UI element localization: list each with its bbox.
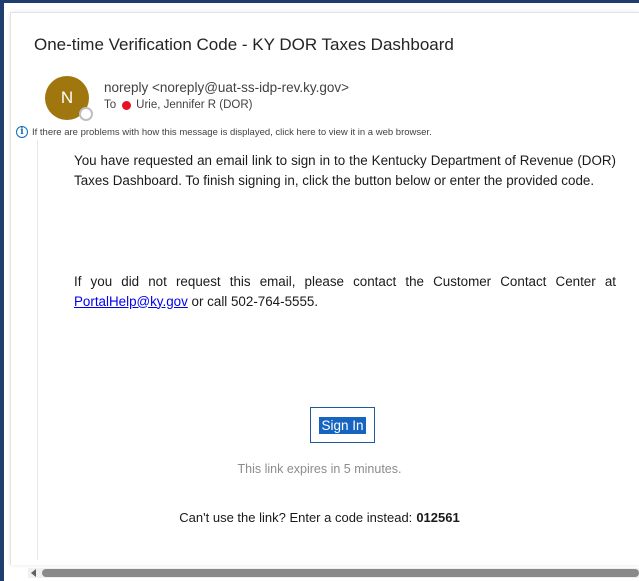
display-notice-text[interactable]: If there are problems with how this mess… bbox=[32, 127, 432, 138]
expiry-notice: This link expires in 5 minutes. bbox=[237, 462, 402, 476]
code-line: Can't use the link? Enter a code instead… bbox=[0, 510, 639, 525]
scroll-left-arrow-icon[interactable] bbox=[31, 569, 36, 577]
support-email-link[interactable]: PortalHelp@ky.gov bbox=[74, 294, 188, 309]
info-icon: i bbox=[16, 126, 28, 138]
recipient-line: To Urie, Jennifer R (DOR) bbox=[104, 99, 252, 111]
scrollbar-thumb[interactable] bbox=[42, 569, 639, 577]
sender-address[interactable]: noreply <noreply@uat-ss-idp-rev.ky.gov> bbox=[104, 80, 349, 95]
sign-in-button[interactable]: Sign In bbox=[319, 416, 366, 434]
sign-in-button-frame[interactable]: Sign In bbox=[310, 407, 375, 443]
contact-text-suffix: or call 502-764-5555. bbox=[187, 293, 319, 309]
presence-status-icon bbox=[79, 107, 93, 121]
verification-code: 012561 bbox=[416, 510, 460, 525]
contact-text-prefix: If you did not request this email, pleas… bbox=[74, 274, 616, 289]
recipient-presence-icon bbox=[122, 100, 132, 110]
avatar-initial: N bbox=[60, 88, 74, 107]
message-body bbox=[37, 140, 639, 560]
to-recipient[interactable]: Urie, Jennifer R (DOR) bbox=[136, 99, 252, 111]
intro-paragraph: You have requested an email link to sign… bbox=[74, 153, 616, 188]
email-subject: One-time Verification Code - KY DOR Taxe… bbox=[34, 35, 454, 54]
contact-paragraph: If you did not request this email, pleas… bbox=[74, 272, 616, 311]
code-prompt: Can't use the link? Enter a code instead… bbox=[179, 510, 413, 525]
display-notice[interactable]: i If there are problems with how this me… bbox=[16, 126, 432, 138]
to-label: To bbox=[104, 99, 117, 111]
